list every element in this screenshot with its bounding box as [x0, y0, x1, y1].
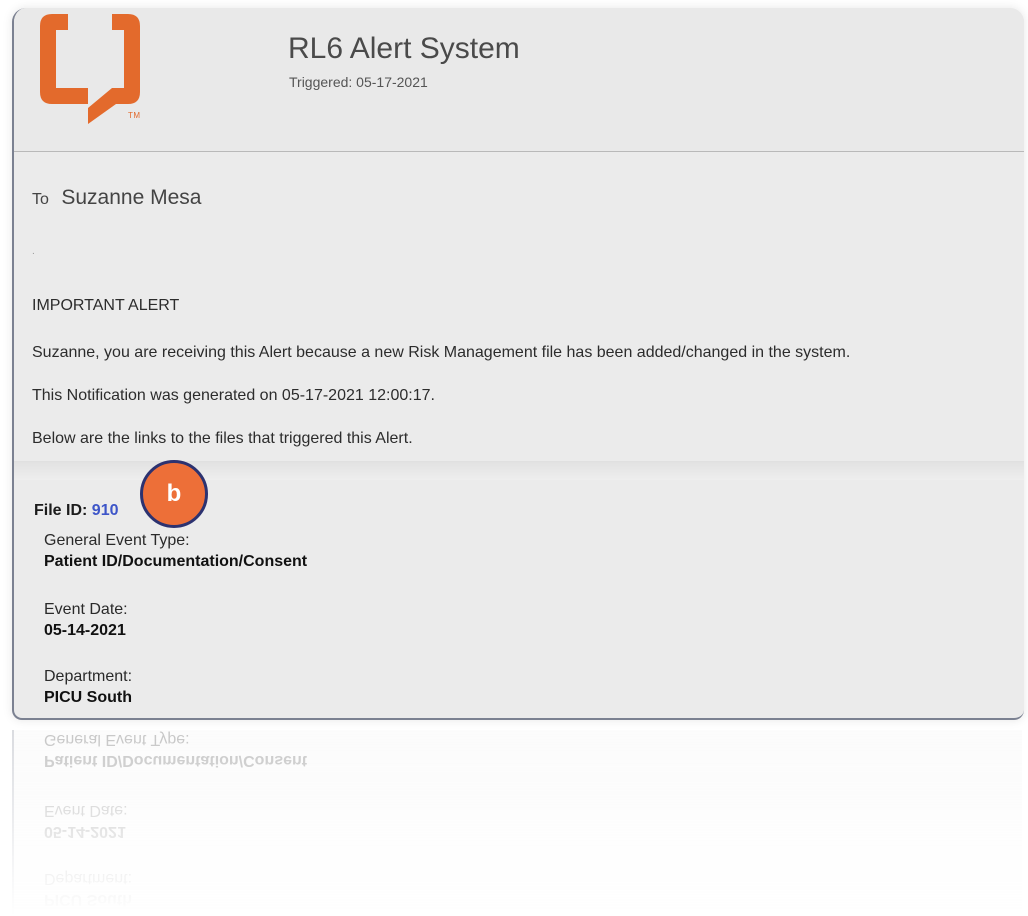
department-label: Department:: [44, 668, 133, 685]
reflection-department-label: Department:: [44, 870, 133, 887]
file-id-label: File ID:: [34, 502, 88, 519]
triggered-date: Triggered: 05-17-2021: [289, 74, 428, 90]
rl6-logo-icon: [40, 14, 140, 124]
general-event-type-value: Patient ID/Documentation/Consent: [44, 553, 308, 570]
alert-email-screenshot: TM RL6 Alert System Triggered: 05-17-202…: [0, 0, 1028, 916]
alert-reason-text: Suzanne, you are receiving this Alert be…: [32, 344, 851, 361]
department-value: PICU South: [44, 689, 132, 706]
trademark-mark: TM: [128, 111, 141, 120]
file-id-line: File ID: 910: [34, 502, 119, 520]
card-reflection: PICU South Department: 05-14-2021 Event …: [12, 730, 1022, 916]
reflection-event-date-value: 05-14-2021: [44, 823, 126, 840]
event-date-label: Event Date:: [44, 601, 128, 618]
links-intro-text: Below are the links to the files that tr…: [32, 430, 413, 447]
reflection-general-event-type-label: General Event Type:: [44, 731, 190, 748]
alert-email-card: TM RL6 Alert System Triggered: 05-17-202…: [12, 8, 1024, 720]
reflection-department-value: PICU South: [44, 891, 132, 908]
reflection-event-date-label: Event Date:: [44, 802, 128, 819]
reflection-general-event-type-value: Patient ID/Documentation/Consent: [44, 752, 308, 769]
recipient-line: To Suzanne Mesa: [32, 186, 201, 210]
reflection-inner: PICU South Department: 05-14-2021 Event …: [12, 730, 1022, 916]
to-label: To: [32, 191, 49, 208]
page-title: RL6 Alert System: [288, 32, 520, 65]
callout-badge: b: [140, 460, 208, 528]
alert-heading: IMPORTANT ALERT: [32, 297, 180, 314]
separator-dot: .: [32, 246, 35, 257]
general-event-type-label: General Event Type:: [44, 532, 190, 549]
email-header: TM RL6 Alert System Triggered: 05-17-202…: [14, 8, 1024, 152]
notification-timestamp-text: This Notification was generated on 05-17…: [32, 387, 435, 404]
event-date-value: 05-14-2021: [44, 622, 126, 639]
recipient-name: Suzanne Mesa: [61, 186, 202, 209]
file-id-link[interactable]: 910: [92, 502, 119, 519]
